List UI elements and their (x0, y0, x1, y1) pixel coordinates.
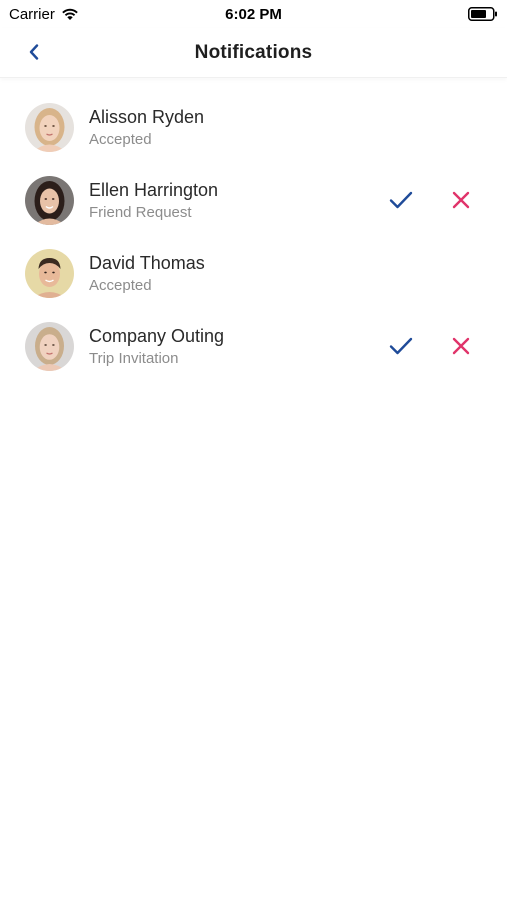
chevron-left-icon (29, 44, 39, 60)
list-item[interactable]: Alisson Ryden Accepted (0, 91, 507, 164)
navigation-bar: Notifications (0, 28, 507, 78)
list-item-subtitle: Friend Request (89, 204, 192, 221)
list-item-title: Company Outing (89, 326, 225, 346)
list-item-subtitle: Accepted (89, 277, 152, 294)
accept-button[interactable] (388, 189, 414, 211)
list-item-title: Ellen Harrington (89, 180, 219, 200)
close-icon (452, 191, 470, 209)
list-item-subtitle: Trip Invitation (89, 350, 179, 367)
close-icon (452, 337, 470, 355)
checkmark-icon (389, 191, 413, 209)
avatar (25, 103, 74, 152)
list-item-text: Company Outing Trip Invitation (89, 325, 224, 369)
accept-button[interactable] (388, 335, 414, 357)
avatar (25, 322, 74, 371)
list-item[interactable]: Company Outing Trip Invitation (0, 310, 507, 383)
back-button[interactable] (22, 40, 46, 64)
list-item-title: David Thomas (89, 253, 205, 273)
list-item-subtitle: Accepted (89, 131, 152, 148)
status-time: 6:02 PM (225, 5, 282, 23)
status-bar: Carrier 6:02 PM (0, 0, 507, 28)
list-item-title: Alisson Ryden (89, 107, 205, 127)
avatar (25, 249, 74, 298)
list-item-text: Alisson Ryden Accepted (89, 106, 204, 150)
page-title: Notifications (194, 41, 313, 63)
avatar (25, 176, 74, 225)
reject-button[interactable] (450, 335, 472, 357)
list-item-text: David Thomas Accepted (89, 252, 205, 296)
reject-button[interactable] (450, 189, 472, 211)
list-item-text: Ellen Harrington Friend Request (89, 179, 218, 223)
notifications-list: Alisson Ryden Accepted Ellen Harrington (0, 91, 507, 383)
notifications-screen: Carrier 6:02 PM Notifications Alisson Ry… (0, 0, 507, 900)
list-item[interactable]: David Thomas Accepted (0, 237, 507, 310)
checkmark-icon (389, 337, 413, 355)
list-item[interactable]: Ellen Harrington Friend Request (0, 164, 507, 237)
